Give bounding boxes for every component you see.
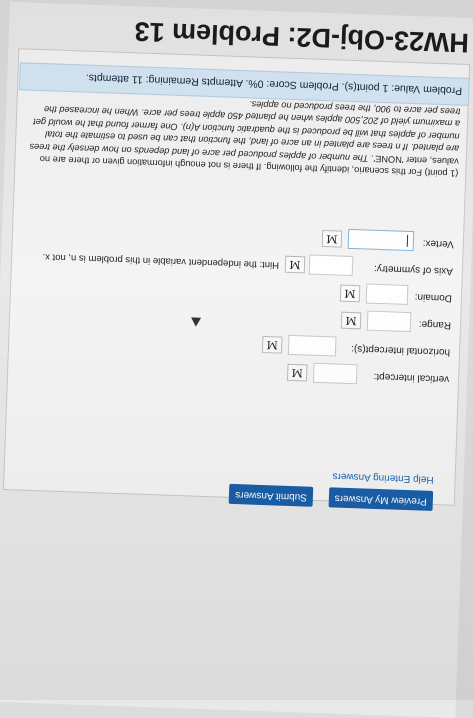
text-cursor [406,234,409,247]
preview-answers-button[interactable]: Preview My Answers [328,487,434,511]
equation-editor-icon[interactable]: M [339,284,361,303]
axis-input[interactable] [308,254,354,277]
domain-input[interactable] [365,283,409,305]
vintercept-input[interactable] [312,362,358,385]
hintercept-input[interactable] [287,334,337,357]
mouse-pointer-icon [190,317,202,327]
domain-label: Domain: [414,291,453,304]
webwork-page: HW23-Obj-D2: Problem 13 Problem Value: 1… [0,1,473,718]
vertex-input[interactable] [347,228,415,252]
vertex-label: Vertex: [422,237,455,250]
submit-answers-button[interactable]: Submit Answers [228,483,314,507]
page-title: HW23-Obj-D2: Problem 13 [133,16,470,58]
equation-editor-icon[interactable]: M [284,255,306,274]
photo-scene: HW23-Obj-D2: Problem 13 Problem Value: 1… [0,0,473,718]
problem-text: (1 point) For this scenario, identify th… [26,90,460,179]
equation-editor-icon[interactable]: M [321,229,343,248]
equation-editor-icon[interactable]: M [261,335,283,354]
equation-editor-icon[interactable]: M [340,311,362,330]
range-label: Range: [418,318,452,331]
equation-editor-icon[interactable]: M [286,363,308,382]
range-input[interactable] [366,310,412,333]
